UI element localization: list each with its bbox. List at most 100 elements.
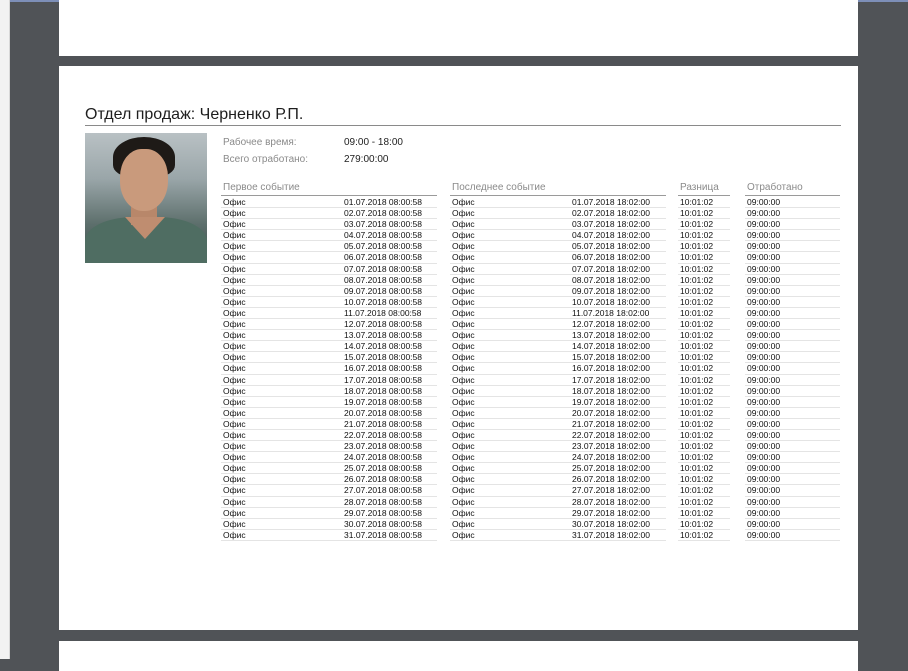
cell-worked: 09:00:00 — [745, 297, 840, 308]
cell-difference: 10:01:02 — [678, 508, 730, 519]
cell-last-time: 18.07.2018 18:02:00 — [570, 386, 666, 397]
cell-difference: 10:01:02 — [678, 286, 730, 297]
cell-first-time: 19.07.2018 08:00:58 — [343, 397, 437, 408]
table-row: Офис 09.07.2018 08:00:58 Офис 09.07.2018 18… — [59, 286, 858, 297]
cell-first-time: 30.07.2018 08:00:58 — [343, 519, 437, 530]
cell-last-time: 29.07.2018 18:02:00 — [570, 508, 666, 519]
cell-first-place: Офис — [221, 530, 343, 541]
cell-first-place: Офис — [221, 264, 343, 275]
events-table: Офис 01.07.2018 08:00:58 Офис 01.07.2018 18… — [59, 197, 858, 541]
cell-last-place: Офис — [450, 419, 570, 430]
cell-first-time: 29.07.2018 08:00:58 — [343, 508, 437, 519]
cell-last-place: Офис — [450, 275, 570, 286]
cell-last-place: Офис — [450, 441, 570, 453]
cell-difference: 10:01:02 — [678, 441, 730, 453]
cell-worked: 09:00:00 — [745, 397, 840, 408]
cell-first-time: 14.07.2018 08:00:58 — [343, 341, 437, 353]
table-row: Офис 06.07.2018 08:00:58 Офис 06.07.2018 18… — [59, 252, 858, 264]
cell-last-time: 09.07.2018 18:02:00 — [570, 286, 666, 297]
cell-first-time: 15.07.2018 08:00:58 — [343, 352, 437, 364]
cell-worked: 09:00:00 — [745, 208, 840, 220]
header-rule-difference — [678, 195, 730, 196]
cell-last-place: Офис — [450, 341, 570, 353]
cell-difference: 10:01:02 — [678, 430, 730, 442]
cell-worked: 09:00:00 — [745, 497, 840, 508]
cell-difference: 10:01:02 — [678, 408, 730, 419]
cell-last-time: 10.07.2018 18:02:00 — [570, 297, 666, 308]
cell-difference: 10:01:02 — [678, 352, 730, 364]
cell-first-time: 02.07.2018 08:00:58 — [343, 208, 437, 220]
cell-worked: 09:00:00 — [745, 375, 840, 386]
cell-worked: 09:00:00 — [745, 219, 840, 231]
cell-last-time: 11.07.2018 18:02:00 — [570, 308, 666, 320]
cell-worked: 09:00:00 — [745, 419, 840, 430]
cell-first-time: 27.07.2018 08:00:58 — [343, 485, 437, 497]
cell-difference: 10:01:02 — [678, 419, 730, 430]
cell-difference: 10:01:02 — [678, 474, 730, 486]
cell-last-place: Офис — [450, 208, 570, 220]
cell-worked: 09:00:00 — [745, 264, 840, 275]
cell-worked: 09:00:00 — [745, 319, 840, 331]
header-last-event: Последнее событие — [452, 182, 546, 193]
cell-difference: 10:01:02 — [678, 519, 730, 530]
table-row: Офис 11.07.2018 08:00:58 Офис 11.07.2018 18… — [59, 308, 858, 320]
cell-first-place: Офис — [221, 519, 343, 530]
cell-last-time: 21.07.2018 18:02:00 — [570, 419, 666, 430]
cell-difference: 10:01:02 — [678, 530, 730, 541]
cell-first-place: Офис — [221, 363, 343, 375]
cell-first-time: 31.07.2018 08:00:58 — [343, 530, 437, 541]
table-row: Офис 01.07.2018 08:00:58 Офис 01.07.2018 18… — [59, 197, 858, 209]
cell-last-place: Офис — [450, 430, 570, 442]
cell-last-time: 04.07.2018 18:02:00 — [570, 230, 666, 242]
cell-worked: 09:00:00 — [745, 430, 840, 442]
cell-worked: 09:00:00 — [745, 485, 840, 497]
cell-first-time: 13.07.2018 08:00:58 — [343, 330, 437, 342]
cell-last-place: Офис — [450, 264, 570, 275]
total-worked-value: 279:00:00 — [344, 154, 389, 165]
cell-first-place: Офис — [221, 441, 343, 453]
cell-first-time: 10.07.2018 08:00:58 — [343, 297, 437, 308]
cell-worked: 09:00:00 — [745, 408, 840, 419]
cell-difference: 10:01:02 — [678, 452, 730, 464]
cell-worked: 09:00:00 — [745, 275, 840, 286]
previous-page — [59, 0, 858, 56]
cell-last-place: Офис — [450, 408, 570, 419]
cell-first-place: Офис — [221, 230, 343, 242]
cell-worked: 09:00:00 — [745, 474, 840, 486]
cell-first-time: 07.07.2018 08:00:58 — [343, 264, 437, 275]
table-row: Офис 03.07.2018 08:00:58 Офис 03.07.2018 18… — [59, 219, 858, 231]
cell-last-place: Офис — [450, 386, 570, 397]
cell-last-time: 28.07.2018 18:02:00 — [570, 497, 666, 508]
cell-last-place: Офис — [450, 230, 570, 242]
header-rule-first — [221, 195, 437, 196]
cell-last-place: Офис — [450, 330, 570, 342]
cell-last-time: 05.07.2018 18:02:00 — [570, 241, 666, 253]
report-page: Отдел продаж: Черненко Р.П. Рабочее врем… — [59, 66, 858, 630]
cell-difference: 10:01:02 — [678, 375, 730, 386]
cell-last-place: Офис — [450, 197, 570, 209]
table-row: Офис 07.07.2018 08:00:58 Офис 07.07.2018 18… — [59, 264, 858, 275]
cell-difference: 10:01:02 — [678, 497, 730, 508]
cell-difference: 10:01:02 — [678, 341, 730, 353]
cell-last-place: Офис — [450, 241, 570, 253]
cell-first-place: Офис — [221, 386, 343, 397]
table-row: Офис 10.07.2018 08:00:58 Офис 10.07.2018 18… — [59, 297, 858, 308]
cell-last-time: 24.07.2018 18:02:00 — [570, 452, 666, 464]
table-row: Офис 16.07.2018 08:00:58 Офис 16.07.2018 18… — [59, 363, 858, 375]
table-row: Офис 21.07.2018 08:00:58 Офис 21.07.2018 18… — [59, 419, 858, 430]
cell-last-time: 12.07.2018 18:02:00 — [570, 319, 666, 331]
cell-first-place: Офис — [221, 252, 343, 264]
cell-worked: 09:00:00 — [745, 308, 840, 320]
cell-first-place: Офис — [221, 352, 343, 364]
table-row: Офис 20.07.2018 08:00:58 Офис 20.07.2018 18… — [59, 408, 858, 419]
cell-last-time: 20.07.2018 18:02:00 — [570, 408, 666, 419]
cell-last-time: 06.07.2018 18:02:00 — [570, 252, 666, 264]
cell-first-place: Офис — [221, 197, 343, 209]
header-worked: Отработано — [747, 182, 803, 193]
viewer-left-panel — [0, 0, 9, 659]
cell-last-place: Офис — [450, 530, 570, 541]
cell-difference: 10:01:02 — [678, 308, 730, 320]
cell-last-time: 02.07.2018 18:02:00 — [570, 208, 666, 220]
table-row: Офис 18.07.2018 08:00:58 Офис 18.07.2018 18… — [59, 386, 858, 397]
table-row: Офис 27.07.2018 08:00:58 Офис 27.07.2018 18… — [59, 485, 858, 497]
